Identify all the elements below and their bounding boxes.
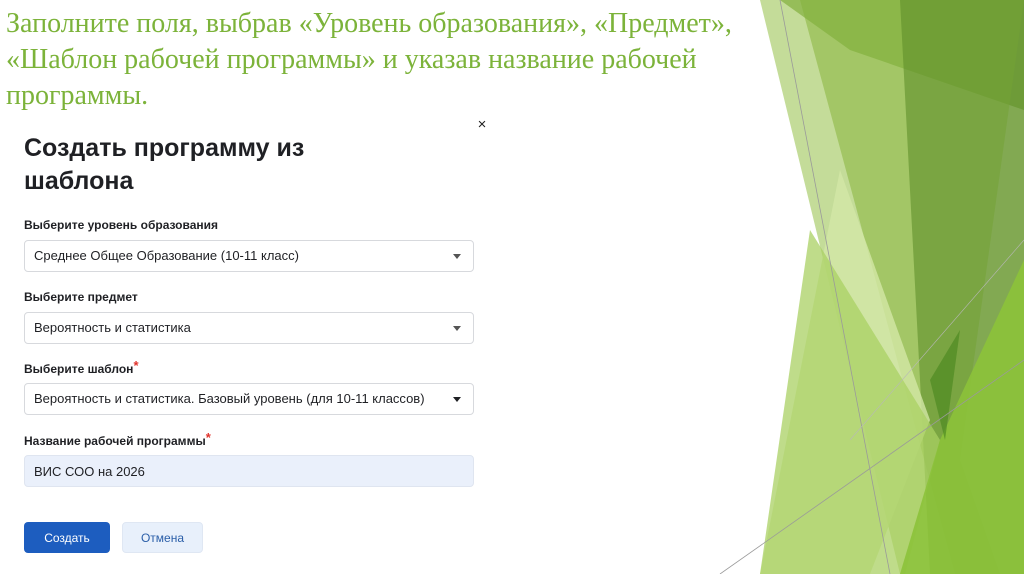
subject-label: Выберите предмет [24,290,138,304]
chevron-down-icon [453,326,461,331]
template-label: Выберите шаблон* [24,358,139,376]
subject-value: Вероятность и статистика [34,320,191,335]
dialog-title: Создать программу из шаблона [24,134,305,195]
template-select[interactable]: Вероятность и статистика. Базовый уровен… [24,383,474,415]
education-level-value: Среднее Общее Образование (10-11 класс) [34,248,299,263]
template-label-text: Выберите шаблон [24,362,134,376]
subject-label-text: Выберите предмет [24,290,138,304]
required-asterisk: * [205,430,211,445]
level-label: Выберите уровень образования [24,218,218,232]
slide-title: Заполните поля, выбрав «Уровень образова… [6,8,732,111]
cancel-button[interactable]: Отмена [122,522,203,553]
program-name-label-text: Название рабочей программы [24,434,206,448]
education-level-select[interactable]: Среднее Общее Образование (10-11 класс) [24,240,474,272]
chevron-down-icon [453,254,461,259]
template-value: Вероятность и статистика. Базовый уровен… [34,391,425,406]
level-label-text: Выберите уровень образования [24,218,219,232]
program-name-label: Название рабочей программы* [24,430,211,448]
create-button[interactable]: Создать [24,522,110,553]
chevron-down-icon [453,397,461,402]
subject-select[interactable]: Вероятность и статистика [24,312,474,344]
required-asterisk: * [133,358,139,373]
close-icon[interactable]: × [475,116,489,134]
program-name-input[interactable] [24,455,474,487]
